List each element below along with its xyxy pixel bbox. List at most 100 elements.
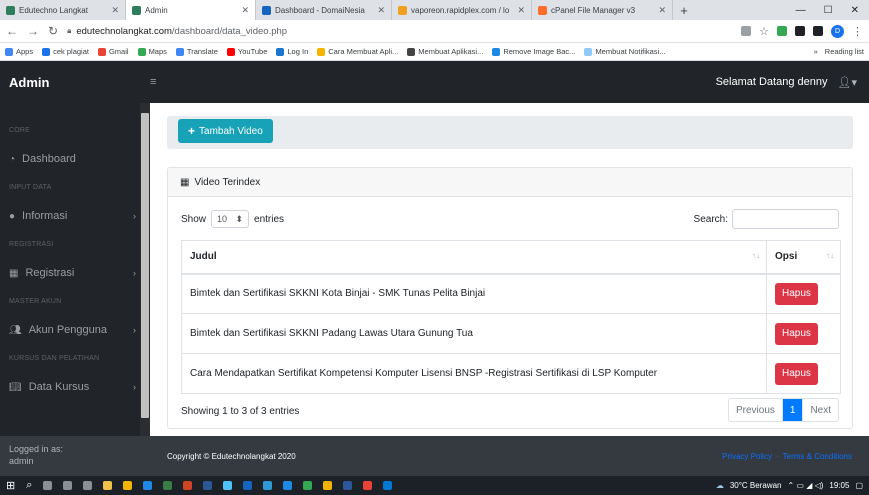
search-icon[interactable]: ⌕ — [26, 479, 32, 492]
column-header-opsi[interactable]: Opsi ↑↓ — [766, 240, 841, 275]
previous-page-button[interactable]: Previous — [729, 399, 783, 421]
new-tab-button[interactable]: + — [673, 0, 695, 20]
taskbar-app-icon[interactable] — [343, 481, 353, 490]
taskbar-app-icon[interactable] — [63, 481, 73, 490]
delete-button[interactable]: Hapus — [775, 322, 818, 345]
page-1-button[interactable]: 1 — [782, 399, 804, 421]
taskbar-app-icon[interactable] — [123, 481, 133, 490]
bookmark-item[interactable]: Gmail — [97, 47, 129, 56]
bookmark-item[interactable]: cek plagiat — [42, 47, 89, 56]
bookmark-icon — [97, 47, 106, 56]
bookmark-item[interactable]: Membuat Aplikasi... — [407, 47, 483, 56]
bookmarks-more-button[interactable]: » — [814, 47, 818, 56]
extension-icon[interactable] — [795, 26, 805, 36]
minimize-icon[interactable]: — — [796, 5, 806, 16]
taskbar-app-icon[interactable] — [43, 481, 53, 490]
video-card: ▦ Video Terindex Show 10 ⬍ entries Searc… — [167, 167, 853, 429]
sidebar-toggle-icon[interactable]: ≡ — [150, 76, 156, 88]
taskbar-app-icon[interactable] — [183, 481, 193, 490]
delete-button[interactable]: Hapus — [775, 282, 818, 305]
notification-icon[interactable]: ▢ — [855, 481, 863, 490]
translate-icon[interactable] — [741, 26, 752, 36]
sidebar-scrollbar[interactable] — [140, 103, 150, 436]
browser-tab[interactable]: Edutechno Langkat ✕ — [0, 0, 126, 20]
page-footer: Copyright © Edutechnolangkat 2020 Privac… — [150, 436, 869, 476]
maximize-icon[interactable]: ☐ — [824, 5, 833, 16]
browser-tab[interactable]: cPanel File Manager v3 ✕ — [532, 0, 673, 20]
back-icon[interactable]: ← — [6, 24, 18, 38]
next-page-button[interactable]: Next — [803, 399, 838, 421]
sidebar-scroll-thumb[interactable] — [141, 113, 149, 418]
forward-icon[interactable]: → — [27, 24, 39, 38]
star-icon[interactable]: ☆ — [759, 25, 769, 38]
user-menu[interactable]: Selamat Datang denny 👤︎▾ — [716, 76, 869, 89]
browser-tab[interactable]: vaporeon.rapidplex.com / lo ✕ — [392, 0, 532, 20]
taskbar-app-icon[interactable] — [383, 481, 393, 490]
bookmark-label: Gmail — [108, 47, 129, 56]
action-bar: + Tambah Video — [167, 116, 853, 149]
bookmark-label: Apps — [16, 47, 34, 56]
taskbar-app-icon[interactable] — [263, 481, 273, 490]
bookmark-item[interactable]: YouTube — [226, 47, 267, 56]
tachometer-icon: ◔ — [9, 153, 16, 165]
bookmark-item[interactable]: Remove Image Bac... — [492, 47, 575, 56]
weather-text[interactable]: 30°C Berawan — [730, 481, 782, 490]
chevron-right-icon: › — [133, 325, 136, 335]
bookmark-item[interactable]: Cara Membuat Apli... — [317, 47, 398, 56]
info-icon: ● — [9, 210, 16, 222]
taskbar-app-icon[interactable] — [303, 481, 313, 490]
bookmark-item[interactable]: Membuat Notifikasi... — [584, 47, 665, 56]
action-cell: Hapus — [766, 353, 841, 394]
browser-tab[interactable]: Dashboard - DomaiNesia ✕ — [256, 0, 392, 20]
extensions-area: ☆ D ⋮ — [741, 24, 863, 38]
search-control: Search: — [694, 209, 839, 229]
sidebar-item-registrasi[interactable]: ▦ Registrasi › — [9, 267, 136, 279]
close-window-icon[interactable]: ✕ — [851, 5, 859, 16]
taskbar-app-icon[interactable] — [323, 481, 333, 490]
close-tab-icon[interactable]: ✕ — [517, 5, 525, 16]
search-input[interactable] — [732, 209, 839, 229]
sidebar-item-dashboard[interactable]: ◔ Dashboard — [9, 153, 136, 165]
bookmark-item[interactable]: Apps — [5, 47, 33, 56]
sidebar-item-akun-pengguna[interactable]: 👥︎ Akun Pengguna › — [9, 324, 136, 336]
reading-list-button[interactable]: Reading list — [825, 47, 864, 56]
taskbar-app-icon[interactable] — [143, 481, 153, 490]
sidebar-item-data-kursus[interactable]: 📖︎ Data Kursus › — [9, 381, 136, 393]
privacy-policy-link[interactable]: Privacy Policy — [722, 452, 772, 461]
taskbar-app-icon[interactable] — [83, 481, 93, 490]
bookmark-item[interactable]: Log In — [276, 47, 308, 56]
taskbar-app-icon[interactable] — [283, 481, 293, 490]
brand-title[interactable]: Admin — [0, 75, 150, 90]
taskbar-app-icon[interactable] — [243, 481, 253, 490]
clock[interactable]: 19:05 — [829, 481, 849, 490]
sidebar-item-label: Data Kursus — [28, 381, 90, 393]
delete-button[interactable]: Hapus — [775, 362, 818, 385]
sidebar-item-informasi[interactable]: ● Informasi › — [9, 210, 136, 222]
taskbar-app-icon[interactable] — [103, 481, 113, 490]
taskbar-app-icon[interactable] — [363, 481, 373, 490]
extension-icon[interactable] — [777, 26, 787, 36]
add-video-button[interactable]: + Tambah Video — [178, 119, 273, 143]
browser-tab[interactable]: Admin ✕ — [126, 0, 256, 20]
profile-avatar[interactable]: D — [831, 24, 844, 38]
column-header-judul[interactable]: Judul ↑↓ — [181, 240, 767, 275]
close-tab-icon[interactable]: ✕ — [658, 5, 666, 16]
tray-icons[interactable]: ⌃ ▭ ◢ ◁) — [788, 481, 824, 490]
entries-select[interactable]: 10 ⬍ — [211, 210, 250, 228]
bookmark-item[interactable]: Translate — [175, 47, 218, 56]
puzzle-icon[interactable] — [813, 26, 823, 36]
url-field[interactable]: 🔒︎ edutechnolangkat.com/dashboard/data_v… — [67, 23, 732, 40]
terms-link[interactable]: Terms & Conditions — [783, 452, 852, 461]
taskbar-app-icon[interactable] — [203, 481, 213, 490]
windows-start-icon[interactable]: ⊞ — [6, 479, 15, 492]
table-row: Bimtek dan Sertifikasi SKKNI Padang Lawa… — [181, 313, 841, 354]
bookmark-item[interactable]: Maps — [137, 47, 167, 56]
reload-icon[interactable]: ↻ — [48, 24, 58, 38]
menu-icon[interactable]: ⋮ — [852, 25, 863, 38]
taskbar-app-icon[interactable] — [163, 481, 173, 490]
close-tab-icon[interactable]: ✕ — [111, 5, 119, 16]
search-label: Search: — [693, 213, 728, 225]
close-tab-icon[interactable]: ✕ — [241, 5, 249, 16]
close-tab-icon[interactable]: ✕ — [377, 5, 385, 16]
taskbar-app-icon[interactable] — [223, 481, 233, 490]
